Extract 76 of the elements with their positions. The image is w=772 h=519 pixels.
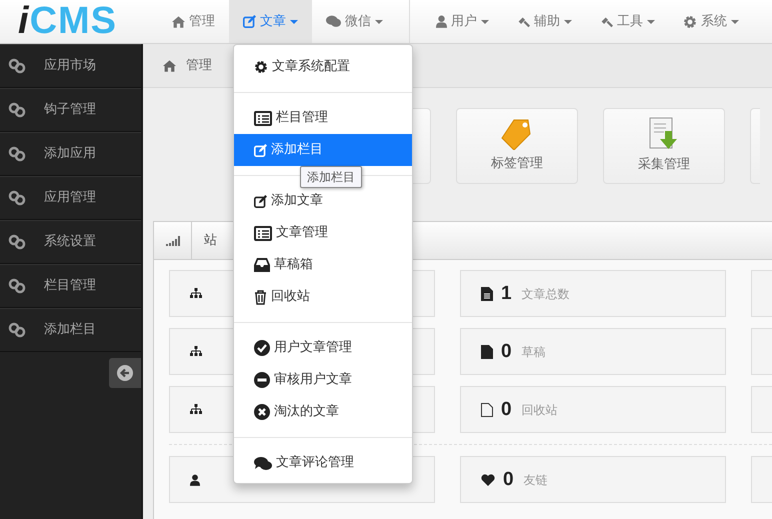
document-download-icon [649,117,679,152]
x-circle-icon [254,404,270,420]
blank-document-icon [481,402,493,416]
stat-label: 草稿 [522,344,546,360]
settings-icon [254,60,268,74]
arrow-left-circle-icon [117,365,133,381]
minus-circle-icon [254,372,270,388]
stat-label: 文章总数 [522,286,570,302]
collapse-button[interactable] [109,358,141,388]
edit-icon [254,194,267,208]
comments-icon [254,456,272,470]
link-icon [8,190,26,206]
wrench-icon [600,15,613,28]
sidebar-item[interactable]: 钩子管理 [0,88,141,132]
breadcrumb-link[interactable]: 管理 [186,56,212,76]
logo: iCMS [17,0,118,43]
menu-item[interactable]: 审核用户文章 [234,364,412,396]
document-icon [481,286,493,300]
menu-item[interactable]: 栏目管理 [234,102,412,134]
inbox-icon [254,258,270,272]
trash-icon [254,290,267,304]
stat-value: 0 [503,468,514,490]
nav-tab[interactable]: 微信 [312,0,397,43]
stat-value: 1 [501,282,512,304]
sitemap-icon [190,346,202,357]
nav-tab[interactable]: 工具 [586,0,669,43]
menu-item[interactable]: 回收站 [234,281,412,313]
edit-icon [254,144,267,156]
signal-bars-icon [166,236,180,246]
menu-item[interactable]: 添加栏目 [234,134,412,166]
edit-icon [243,15,256,28]
sidebar-item[interactable]: 添加应用 [0,132,141,176]
menu-item[interactable]: 文章管理 [234,217,412,249]
nav-tab[interactable]: 系统 [669,0,753,43]
menu-item[interactable]: 添加文章 [234,185,412,217]
sidebar-item[interactable]: 应用市场 [0,44,141,88]
link-icon [8,58,26,74]
menu-item[interactable]: 文章系统配置 [234,51,412,83]
list-icon [254,110,272,126]
stat-value: 0 [501,340,512,362]
chat-bubbles-icon [326,15,341,28]
home-icon [172,16,185,28]
sidebar-item[interactable]: 系统设置 [0,220,141,264]
menu-item[interactable]: 淘汰的文章 [234,396,412,428]
nav-tab[interactable]: 辅助 [503,0,586,43]
sidebar-item[interactable]: 添加栏目 [0,308,141,352]
link-icon [8,234,26,250]
heart-icon [481,474,495,486]
settings-icon [683,14,697,28]
menu-item[interactable]: 用户文章管理 [234,332,412,364]
nav-tab[interactable]: 管理 [158,0,229,43]
stat-label: 友链 [524,472,548,488]
link-icon [8,322,26,338]
sitemap-icon [190,288,202,299]
panel-title: 站 [203,232,218,250]
link-icon [8,146,26,162]
menu-item[interactable]: 草稿箱 [234,249,412,281]
document-icon [481,344,493,358]
sidebar-item[interactable]: 栏目管理 [0,264,141,308]
link-icon [8,278,26,294]
link-icon [8,102,26,118]
sitemap-icon [190,404,202,415]
nav-tab[interactable]: 用户 [422,0,503,43]
user-icon [436,15,447,28]
tooltip-text: 添加栏目 [300,166,362,188]
wrench-icon [517,15,530,28]
check-circle-icon [254,340,270,356]
stat-value: 0 [501,398,512,420]
shortcut-button[interactable]: 采集管理 [603,108,725,184]
shortcut-button[interactable]: 标签管理 [456,108,578,184]
home-icon [163,60,176,72]
menu-item[interactable]: 文章评论管理 [234,447,412,479]
user-icon [190,474,200,486]
list-icon [254,226,272,240]
stat-label: 回收站 [522,402,558,418]
sidebar-item[interactable]: 应用管理 [0,176,141,220]
